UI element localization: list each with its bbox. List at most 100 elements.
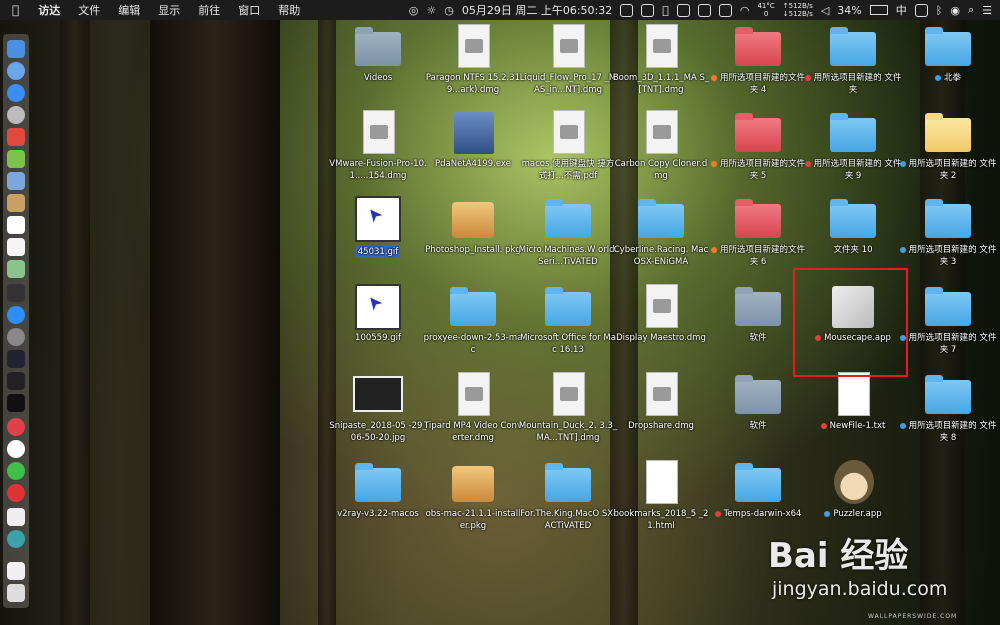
desktop-item[interactable]: Puzzler.app	[803, 460, 903, 520]
desktop-item[interactable]: 北拳	[898, 24, 998, 84]
monitor-icon[interactable]	[718, 3, 732, 17]
clock-icon[interactable]: ◷	[444, 4, 454, 17]
terminal-icon[interactable]	[7, 394, 25, 412]
desktop-item[interactable]: Photoshop_Install. pkg	[423, 196, 523, 256]
dropbox-icon[interactable]	[697, 3, 711, 17]
input-method[interactable]: 中	[896, 2, 907, 18]
desktop-item[interactable]: Snipaste_2018-05 -29_06-50-20.jpg	[328, 372, 428, 444]
desktop-item[interactable]: obs-mac-21.1.1-installer.pkg	[423, 460, 523, 532]
trash-icon[interactable]	[7, 584, 25, 602]
notes-icon[interactable]	[7, 194, 25, 212]
desktop-item[interactable]: Cyberline.Racing. MacOSX-ENiGMA	[611, 196, 711, 268]
datetime[interactable]: 05月29日 周二 上午06:50:32	[462, 2, 612, 18]
desktop-item[interactable]: 文件夹 10	[803, 196, 903, 256]
desktop-item[interactable]: Boom_3D_1.1.1_MA S_[TNT].dmg	[611, 24, 711, 96]
user-icon[interactable]: ◉	[950, 4, 960, 17]
desktop-item[interactable]: VMware-Fusion-Pro-10.1.....154.dmg	[328, 110, 428, 182]
menu-view[interactable]: 显示	[149, 2, 189, 18]
desktop-item[interactable]: Carbon Copy Cloner.dmg	[611, 110, 711, 182]
menu-file[interactable]: 文件	[69, 2, 109, 18]
desktop-item-text: Dropshare.dmg	[628, 421, 694, 431]
desktop-item-text: 用所选项目新建的文件夹 5	[719, 159, 805, 181]
desktop-item[interactable]: 用所选项目新建的 文件夹	[803, 24, 903, 96]
desktop-item[interactable]: Display Maestro.dmg	[611, 284, 711, 344]
battery-icon[interactable]	[869, 5, 888, 15]
calendar-app-icon[interactable]	[7, 128, 25, 146]
net-stats[interactable]: ↑512B/s ↓512B/s	[783, 2, 813, 18]
desktop-item[interactable]: 用所选项目新建的 文件夹 7	[898, 284, 998, 356]
netease-music-icon[interactable]	[7, 484, 25, 502]
desktop-item[interactable]: NewFile-1.txt	[803, 372, 903, 432]
grid-icon[interactable]	[676, 3, 690, 17]
desktop-item[interactable]: bookmarks_2018_5 _21.html	[611, 460, 711, 532]
desktop-item[interactable]: 用所选项目新建的 文件夹 2	[898, 110, 998, 182]
desktop-item[interactable]: 用所选项目新建的 文件夹 9	[803, 110, 903, 182]
system-preferences-icon[interactable]	[7, 328, 25, 346]
globe-icon[interactable]: ◎	[409, 4, 419, 17]
desktop-item[interactable]: macos 使用键盘快 捷方式打...不需.pdf	[518, 110, 618, 182]
desktop-item[interactable]: Tipard MP4 Video Converter.dmg	[423, 372, 523, 444]
menu-go[interactable]: 前往	[189, 2, 229, 18]
desktop-item[interactable]: proxyee-down-2.53-mac	[423, 284, 523, 356]
battery-percent[interactable]: 34%	[837, 4, 861, 17]
safari-icon[interactable]	[7, 84, 25, 102]
desktop-item[interactable]: Temps-darwin-x64	[708, 460, 808, 520]
menu-edit[interactable]: 编辑	[109, 2, 149, 18]
terminal-app-icon[interactable]	[7, 284, 25, 302]
color-tag-icon	[710, 246, 717, 253]
scrobble-icon[interactable]	[914, 3, 928, 17]
apple-status-icon[interactable]: 	[662, 4, 669, 17]
desktop-item-text: Snipaste_2018-05 -29_06-50-20.jpg	[329, 421, 427, 443]
desktop-item[interactable]: Liquid_Flow_Pro_17 _MAS_in...NT].dmg	[518, 24, 618, 96]
apple-icon[interactable]: 	[0, 3, 29, 17]
android-icon[interactable]	[7, 150, 25, 168]
preview-icon[interactable]	[7, 172, 25, 190]
calendar-icon[interactable]	[7, 216, 25, 234]
desktop-item[interactable]: Mountain_Duck_2. 3.3_MA...TNT].dmg	[518, 372, 618, 444]
desktop-item[interactable]: 用所选项目新建的文件夹 4	[708, 24, 808, 96]
sync-icon[interactable]	[7, 530, 25, 548]
desktop-item[interactable]: 用所选项目新建的 文件夹 8	[898, 372, 998, 444]
menu-extra-icon[interactable]	[620, 3, 634, 17]
desktop-item-text: Microsoft Office for Mac 16.13	[520, 333, 616, 355]
desktop-item[interactable]: PdaNetA4199.exe	[423, 110, 523, 170]
wechat-icon[interactable]	[7, 462, 25, 480]
desktop-item[interactable]: Paragon NTFS 15.2.319...ark).dmg	[423, 24, 523, 96]
vivaldi-icon[interactable]	[7, 418, 25, 436]
desktop-item-text: Tipard MP4 Video Converter.dmg	[424, 421, 522, 443]
script-editor-icon[interactable]	[7, 508, 25, 526]
documents-icon[interactable]	[7, 562, 25, 580]
menu-window[interactable]: 窗口	[229, 2, 269, 18]
desktop-item[interactable]: 100559.gif	[328, 284, 428, 344]
desktop-item[interactable]: 用所选项目新建的 文件夹 3	[898, 196, 998, 268]
cpu-stats[interactable]: 41°C 0	[757, 2, 774, 18]
rocket-icon[interactable]	[7, 106, 25, 124]
desktop-item[interactable]: v2ray-v3.22-macos	[328, 460, 428, 520]
finder-icon[interactable]	[7, 40, 25, 58]
desktop-item[interactable]: 用所选项目新建的文件夹 5	[708, 110, 808, 182]
brightness-icon[interactable]: ☼	[426, 4, 436, 17]
bluetooth-icon[interactable]: ᛒ	[936, 4, 943, 17]
volume-icon[interactable]: ◁	[821, 4, 829, 17]
app-store-icon[interactable]	[7, 306, 25, 324]
desktop-item[interactable]: 45031.gif	[328, 196, 428, 262]
desktop-item[interactable]: 用所选项目新建的文件夹 6	[708, 196, 808, 268]
console-icon[interactable]	[7, 372, 25, 390]
display-icon[interactable]	[641, 3, 655, 17]
menu-app-name[interactable]: 访达	[29, 2, 69, 18]
launchpad-icon[interactable]	[7, 62, 25, 80]
activity-monitor-icon[interactable]	[7, 350, 25, 368]
yandex-icon[interactable]	[7, 440, 25, 458]
desktop-item[interactable]: For.The.King.MacO SX-ACTiVATED	[518, 460, 618, 532]
desktop-item[interactable]: Videos	[328, 24, 428, 84]
desktop-item[interactable]: Dropshare.dmg	[611, 372, 711, 432]
desktop-item[interactable]: Micro.Machines.W orld.Seri...TiVATED	[518, 196, 618, 268]
spotlight-icon[interactable]: ⌕	[968, 3, 974, 17]
reminders-icon[interactable]	[7, 238, 25, 256]
desktop-item[interactable]: Microsoft Office for Mac 16.13	[518, 284, 618, 356]
notification-center-icon[interactable]: ☰	[982, 4, 992, 17]
desktop-item[interactable]: 软件	[708, 372, 808, 432]
maps-icon[interactable]	[7, 260, 25, 278]
menu-help[interactable]: 帮助	[269, 2, 309, 18]
wifi-icon[interactable]: ◠	[740, 4, 750, 17]
